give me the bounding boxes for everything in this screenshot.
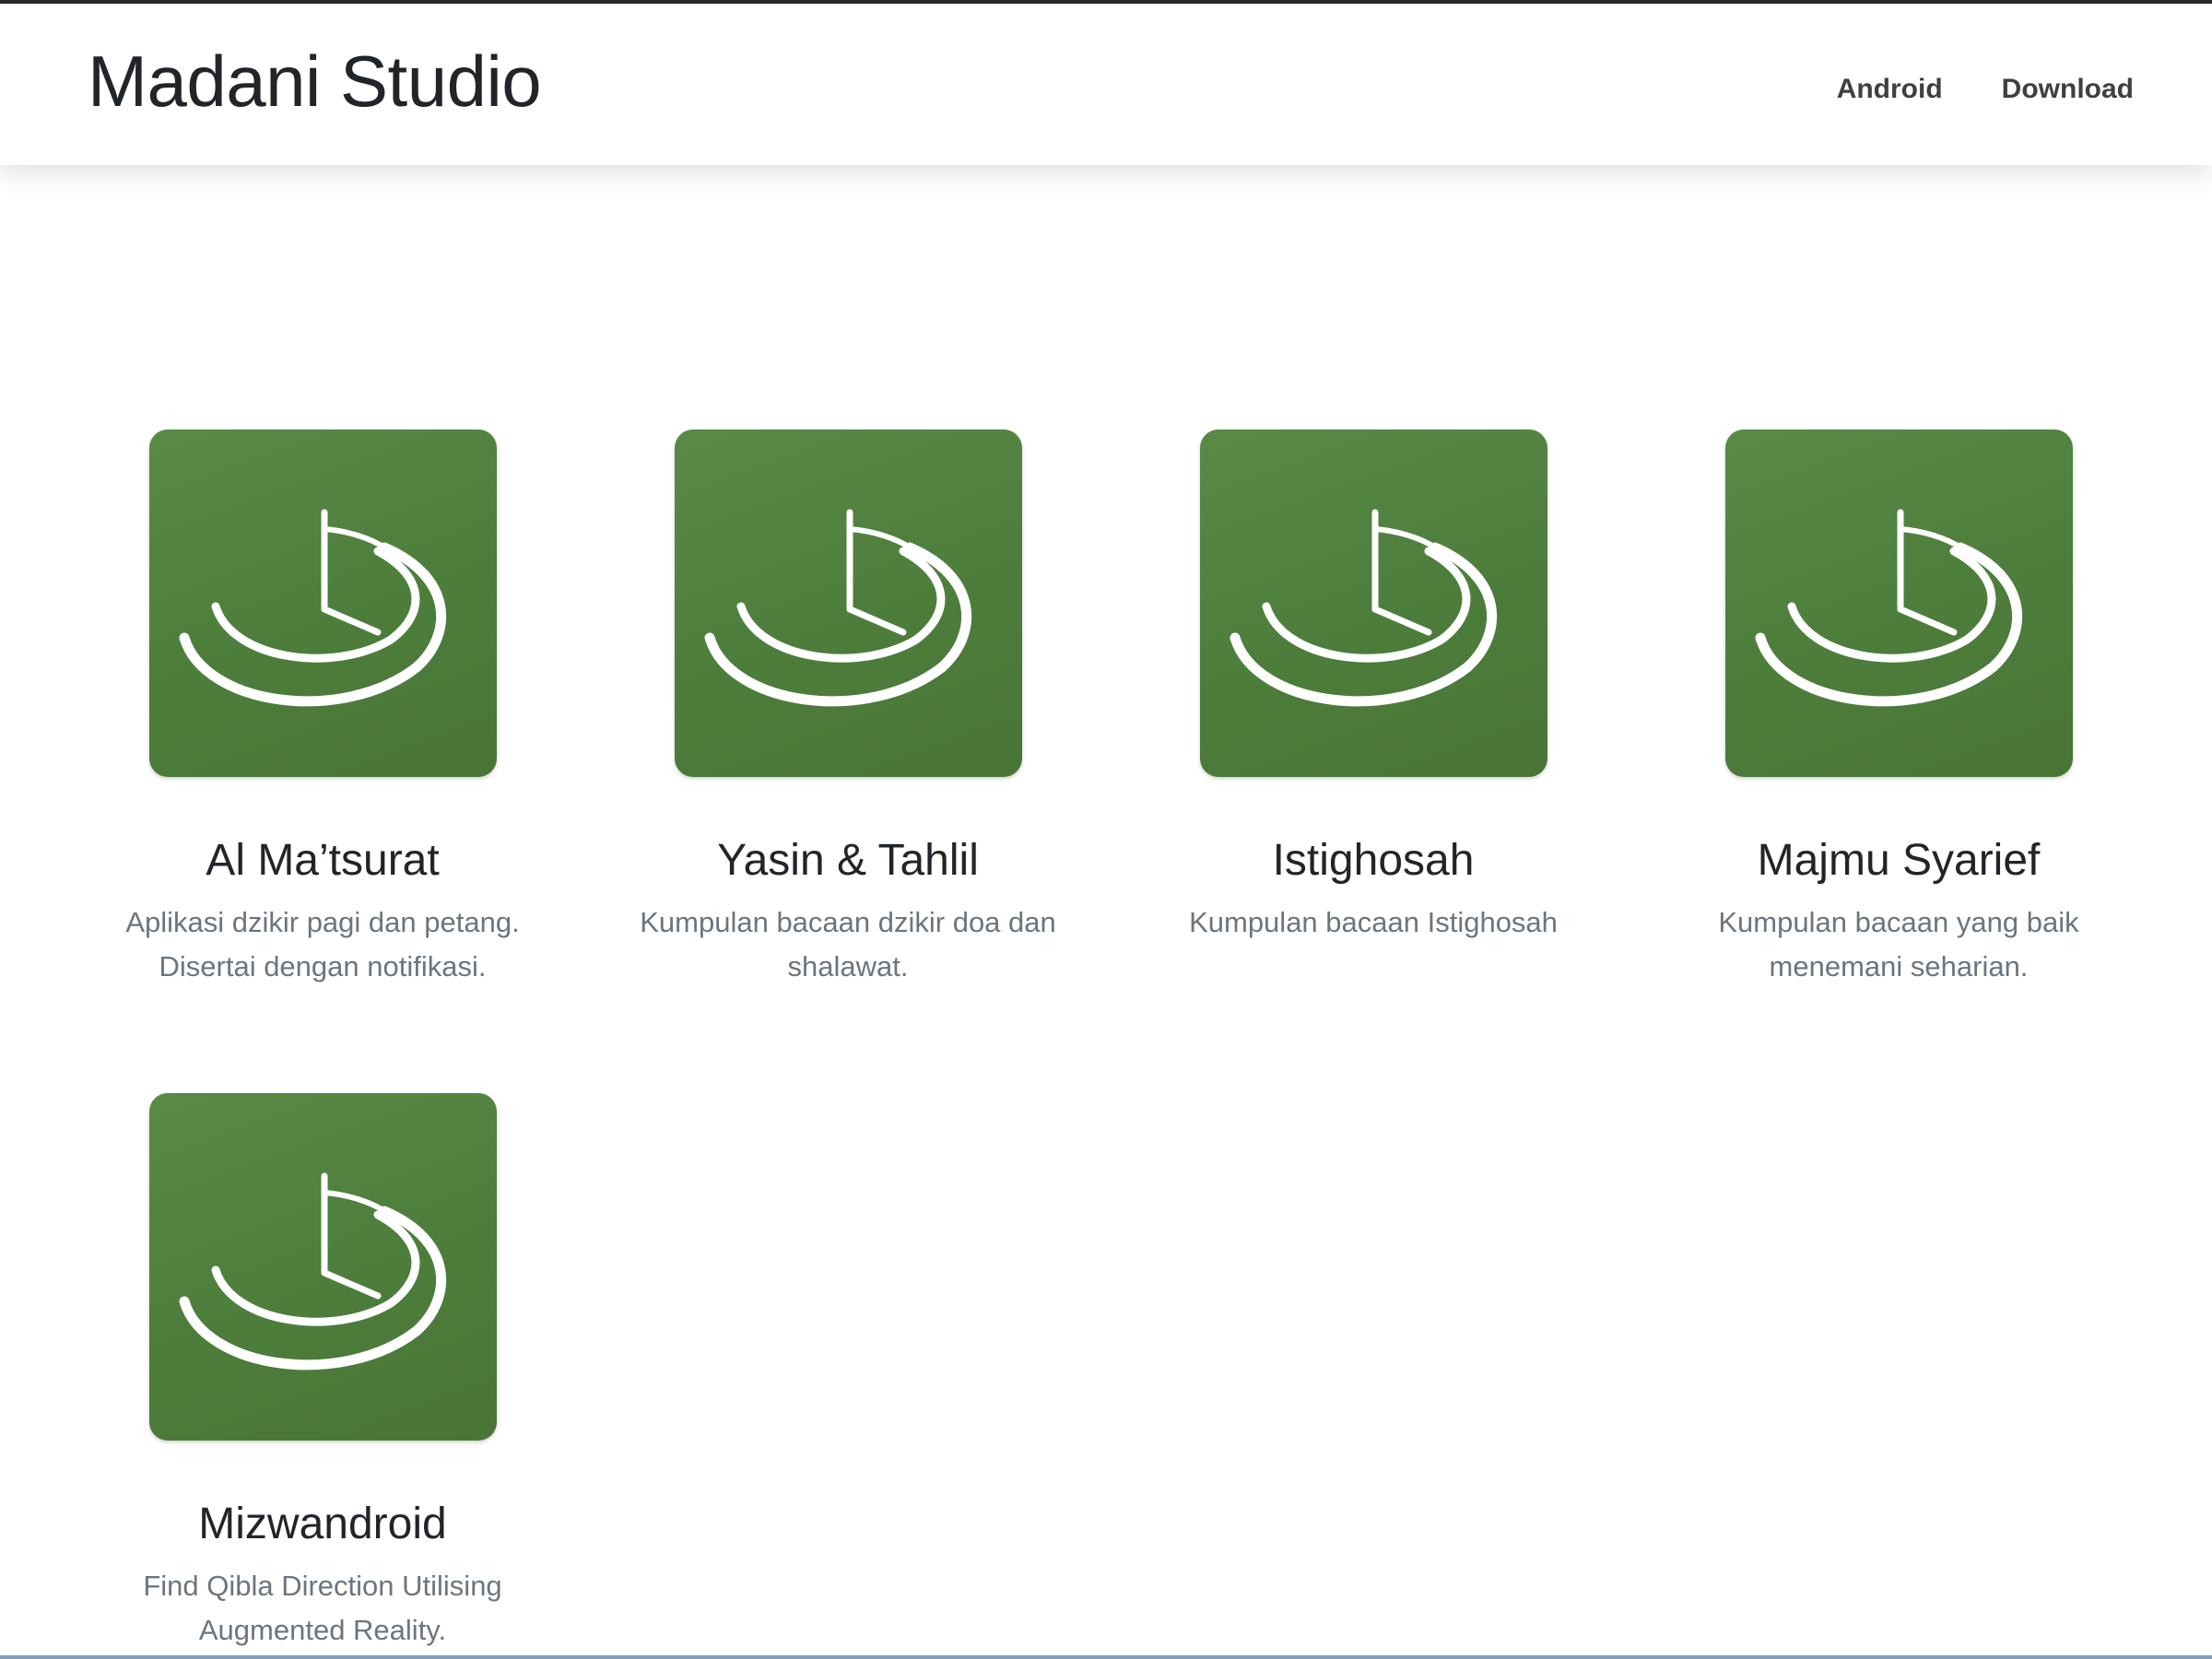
madani-logo-icon[interactable]: [1724, 429, 2073, 777]
brand-logo-text[interactable]: Madani Studio: [88, 37, 542, 125]
nav-link-download[interactable]: Download: [2002, 68, 2134, 111]
app-grid: Al Ma’tsurat Aplikasi dzikir pagi dan pe…: [0, 0, 2212, 1659]
app-card-mizwandroid: Mizwandroid Find Qibla Direction Utilisi…: [60, 1093, 585, 1653]
app-title: Majmu Syarief: [1757, 836, 2041, 885]
madani-logo-icon[interactable]: [674, 429, 1022, 777]
app-card-majmu-syarief: Majmu Syarief Kumpulan bacaan yang baik …: [1636, 429, 2161, 989]
madani-logo-icon[interactable]: [148, 429, 497, 777]
app-card-yasin-tahlil: Yasin & Tahlil Kumpulan bacaan dzikir do…: [585, 429, 1111, 989]
app-description: Kumpulan bacaan dzikir doa dan shalawat.: [640, 906, 1056, 982]
window-bottom-edge: [0, 1655, 2212, 1659]
app-card-istighosah: Istighosah Kumpulan bacaan Istighosah: [1111, 429, 1636, 945]
nav-links: Android Download: [1837, 68, 2134, 111]
navbar: Madani Studio Android Download: [0, 4, 2212, 165]
app-title: Yasin & Tahlil: [717, 836, 979, 885]
app-description: Find Qibla Direction Utilising Augmented…: [143, 1570, 502, 1646]
app-description: Kumpulan bacaan Istighosah: [1189, 906, 1558, 938]
app-card-al-matsurat: Al Ma’tsurat Aplikasi dzikir pagi dan pe…: [60, 429, 585, 989]
nav-link-android[interactable]: Android: [1837, 68, 1943, 111]
app-title: Mizwandroid: [198, 1500, 447, 1548]
app-title: Istighosah: [1272, 836, 1475, 885]
madani-logo-icon[interactable]: [148, 1093, 497, 1441]
app-title: Al Ma’tsurat: [206, 836, 440, 885]
app-description: Kumpulan bacaan yang baik menemani sehar…: [1718, 906, 2079, 982]
app-description: Aplikasi dzikir pagi dan petang. Diserta…: [125, 906, 520, 982]
madani-logo-icon[interactable]: [1199, 429, 1547, 777]
